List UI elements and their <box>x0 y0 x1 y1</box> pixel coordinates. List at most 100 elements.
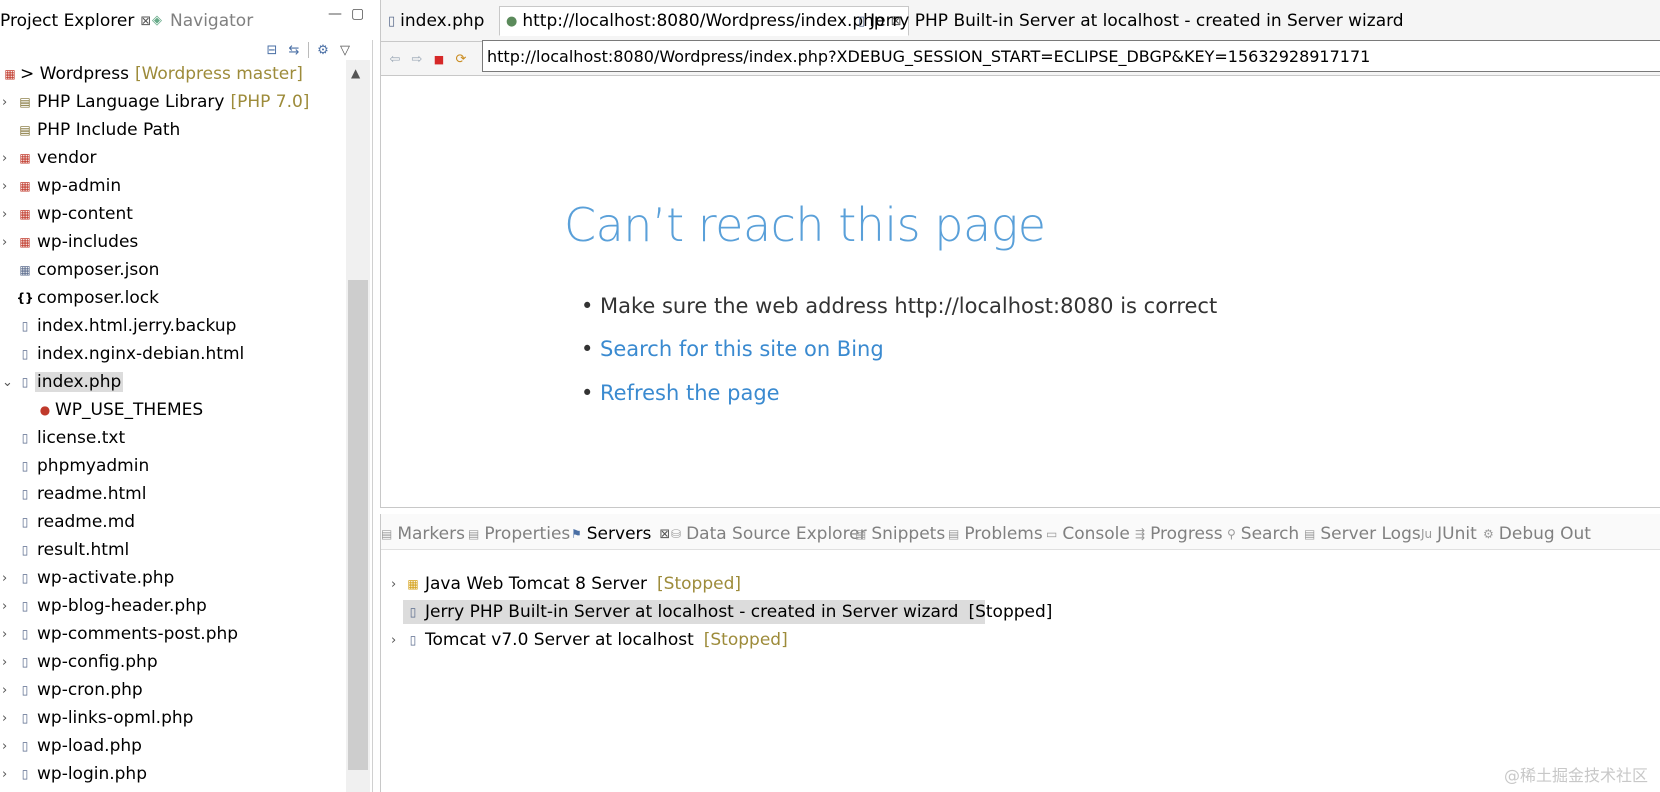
refresh-page-link-text: Refresh the page <box>600 381 780 405</box>
tree-item-label: phpmyadmin <box>37 456 150 476</box>
chevron-right-icon[interactable]: › <box>2 571 12 586</box>
chevron-down-icon[interactable]: ⌄ <box>2 375 13 390</box>
tree-item[interactable]: › ▦ wp-content <box>0 200 346 228</box>
chevron-right-icon[interactable]: › <box>2 683 12 698</box>
tree-item[interactable]: {} composer.lock <box>0 284 346 312</box>
refresh-page-link[interactable]: • Refresh the page <box>581 381 780 405</box>
view-tab-server-logs[interactable]: ▤ Server Logs <box>1304 522 1421 546</box>
stop-icon[interactable]: ■ <box>431 51 447 67</box>
search-bing-link[interactable]: • Search for this site on Bing <box>581 337 884 361</box>
view-tab-snippets[interactable]: ▤ Snippets <box>855 522 945 546</box>
tree-item[interactable]: ▦ > Wordpress [Wordpress master] <box>0 60 346 88</box>
tree-item[interactable]: ● WP_USE_THEMES <box>0 396 346 424</box>
explorer-scrollbar[interactable]: ▲ <box>346 60 370 792</box>
view-tab-data-source-explorer[interactable]: ⛁ Data Source Explorer <box>671 522 867 546</box>
chevron-right-icon[interactable]: › <box>2 739 12 754</box>
tree-item[interactable]: › ▯ wp-config.php <box>0 648 346 676</box>
filter-icon[interactable]: ⚙ <box>315 42 331 58</box>
maximize-icon[interactable]: ▢ <box>351 6 364 22</box>
view-tab-problems[interactable]: ▤ Problems <box>948 522 1043 546</box>
server-state: [Stopped] <box>703 630 788 650</box>
tree-item[interactable]: ▯ phpmyadmin <box>0 452 346 480</box>
server-row[interactable]: ▯ Jerry PHP Built-in Server at localhost … <box>381 598 1660 626</box>
chevron-right-icon[interactable]: › <box>2 179 12 194</box>
chevron-right-icon[interactable]: › <box>2 151 12 166</box>
tree-item[interactable]: › ▯ wp-comments-post.php <box>0 620 346 648</box>
editor-tab-index-php[interactable]: ▯ index.php <box>381 6 491 36</box>
view-tab-console[interactable]: ▭ Console <box>1046 522 1130 546</box>
view-tab-markers[interactable]: ▤ Markers <box>381 522 465 546</box>
editor-tab-server[interactable]: ▯ Jerry PHP Built-in Server at localhost… <box>851 6 1411 36</box>
tree-item-label: composer.lock <box>37 288 159 308</box>
tree-item[interactable]: ▦ composer.json <box>0 256 346 284</box>
view-tab-search[interactable]: ⚲ Search <box>1227 522 1299 546</box>
tree-item[interactable]: › ▯ wp-login.php <box>0 760 346 788</box>
chevron-right-icon[interactable]: › <box>2 767 12 782</box>
tree-item[interactable]: › ▤ PHP Language Library [PHP 7.0] <box>0 88 346 116</box>
view-tab-properties[interactable]: ▤ Properties <box>468 522 570 546</box>
chevron-right-icon[interactable]: › <box>2 655 12 670</box>
view-tab-progress[interactable]: ⇶ Progress <box>1135 522 1223 546</box>
data-source-icon: ⛁ <box>671 527 682 541</box>
junit-icon: Ju <box>1421 527 1433 541</box>
tree-item-label: wp-comments-post.php <box>37 624 239 644</box>
tree-item-label: index.html.jerry.backup <box>37 316 237 336</box>
back-icon[interactable]: ⇦ <box>387 51 403 67</box>
link-with-editor-icon[interactable]: ⇆ <box>286 42 302 58</box>
tree-item[interactable]: ▯ index.nginx-debian.html <box>0 340 346 368</box>
tree-item[interactable]: › ▯ wp-activate.php <box>0 564 346 592</box>
file-icon: ▯ <box>21 543 29 557</box>
php-file-icon: ▯ <box>388 13 396 29</box>
tree-item-label: wp-includes <box>37 232 139 252</box>
minimize-icon[interactable]: — <box>328 6 342 22</box>
file-icon: ▯ <box>21 515 29 529</box>
chevron-right-icon[interactable]: › <box>2 235 12 250</box>
chevron-right-icon[interactable]: › <box>2 207 12 222</box>
tree-item[interactable]: › ▯ wp-cron.php <box>0 676 346 704</box>
tree-item[interactable]: ▯ readme.md <box>0 508 346 536</box>
chevron-right-icon[interactable]: › <box>2 627 12 642</box>
view-menu-icon[interactable]: ▽ <box>337 42 353 58</box>
views-tab-bar: ▤ Markers ▤ Properties ⚑ Servers ⊠ ⛁ Data Source… <box>381 514 1660 550</box>
scroll-up-icon[interactable]: ▲ <box>351 66 360 80</box>
tree-item[interactable]: › ▦ wp-includes <box>0 228 346 256</box>
view-tab-junit[interactable]: Ju JUnit <box>1421 522 1477 546</box>
tree-item[interactable]: › ▦ vendor <box>0 144 346 172</box>
tree-item-label: wp-login.php <box>37 764 148 784</box>
chevron-right-icon[interactable]: › <box>391 633 396 648</box>
view-tab-debug-out[interactable]: ⚙ Debug Out <box>1483 522 1591 546</box>
chevron-right-icon[interactable]: › <box>2 599 12 614</box>
tree-item[interactable]: › ▯ wp-links-opml.php <box>0 704 346 732</box>
php-file-icon: ▯ <box>21 375 29 389</box>
tree-item[interactable]: ▯ result.html <box>0 536 346 564</box>
editor-tab-browser[interactable]: ● http://localhost:8080/Wordpress/index.… <box>499 6 909 36</box>
close-icon[interactable]: ⊠ <box>659 527 670 542</box>
close-icon[interactable]: ⊠ <box>140 14 151 29</box>
tree-item[interactable]: ▤ PHP Include Path <box>0 116 346 144</box>
tree-item[interactable]: ⌄ ▯ index.php <box>0 368 346 396</box>
forward-icon[interactable]: ⇨ <box>409 51 425 67</box>
tree-item[interactable]: ▯ license.txt <box>0 424 346 452</box>
url-input[interactable] <box>482 40 1660 72</box>
view-tab-servers[interactable]: ⚑ Servers ⊠ <box>571 522 670 546</box>
tree-item[interactable]: ▯ index.html.jerry.backup <box>0 312 346 340</box>
server-row[interactable]: › ▦ Java Web Tomcat 8 Server [Stopped] <box>381 570 1660 598</box>
server-state: [Stopped] <box>968 602 1053 622</box>
tree-item[interactable]: › ▦ wp-admin <box>0 172 346 200</box>
tree-item[interactable]: ▯ readme.html <box>0 480 346 508</box>
refresh-icon[interactable]: ⟳ <box>453 51 469 67</box>
collapse-all-icon[interactable]: ⊟ <box>264 42 280 58</box>
console-icon: ▭ <box>1046 527 1058 541</box>
chevron-right-icon[interactable]: › <box>2 711 12 726</box>
chevron-right-icon[interactable]: › <box>2 95 12 110</box>
tree-item-label: wp-load.php <box>37 736 142 756</box>
tree-item[interactable]: › ▯ wp-load.php <box>0 732 346 760</box>
scrollbar-thumb[interactable] <box>348 280 368 770</box>
server-row[interactable]: › ▯ Tomcat v7.0 Server at localhost [Stoppe… <box>381 626 1660 654</box>
chevron-right-icon[interactable]: › <box>391 577 396 592</box>
tab-navigator[interactable]: ◈ Navigator <box>152 8 253 34</box>
tree-item[interactable]: › ▯ wp-blog-header.php <box>0 592 346 620</box>
braces-icon: {} <box>16 291 34 305</box>
tab-project-explorer[interactable]: Project Explorer ⊠ <box>0 8 151 34</box>
tree-item-label: wp-content <box>37 204 133 224</box>
